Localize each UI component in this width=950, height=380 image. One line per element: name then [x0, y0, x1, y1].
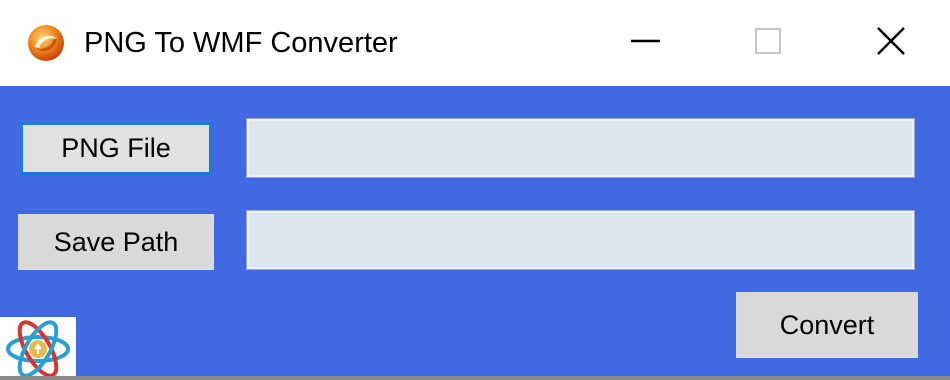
close-icon: [877, 27, 905, 55]
client-area: PNG File Save Path Convert: [0, 86, 950, 380]
atom-logo-icon: [0, 317, 76, 380]
png-file-button[interactable]: PNG File: [20, 122, 212, 175]
save-path-button[interactable]: Save Path: [18, 214, 214, 270]
save-path-button-label: Save Path: [53, 227, 179, 257]
maximize-button[interactable]: [713, 0, 823, 86]
save-path-input[interactable]: [246, 210, 915, 270]
minimize-button[interactable]: [593, 0, 703, 86]
app-icon[interactable]: [26, 23, 66, 63]
convert-button[interactable]: Convert: [736, 292, 918, 358]
focus-rectangle: [25, 127, 207, 170]
app-window: PNG To WMF Converter PNG File Save Path: [0, 0, 950, 380]
close-button[interactable]: [835, 0, 945, 86]
window-bottom-border: [0, 376, 950, 380]
png-file-input[interactable]: [246, 118, 915, 178]
title-bar[interactable]: PNG To WMF Converter: [0, 0, 950, 86]
convert-button-label: Convert: [779, 310, 875, 340]
window-title: PNG To WMF Converter: [84, 27, 398, 59]
maximize-icon: [755, 28, 781, 54]
minimize-icon: [631, 39, 660, 43]
